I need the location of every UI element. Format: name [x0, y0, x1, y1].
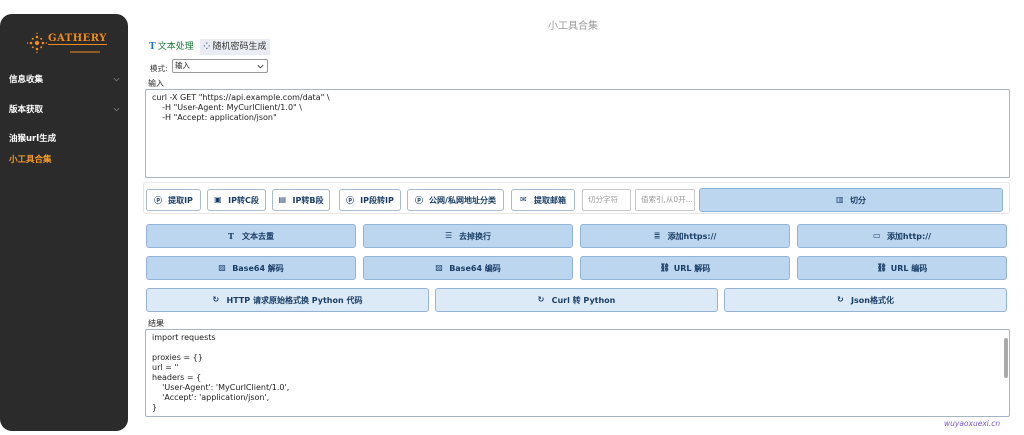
button-label: Curl 转 Python: [551, 295, 616, 305]
card-icon: ▭: [872, 230, 881, 240]
button-label: 添加http://: [886, 231, 932, 241]
add-https-button[interactable]: ≣ 添加https://: [580, 224, 790, 248]
extract-email-button[interactable]: ✉ 提取邮箱: [511, 189, 575, 211]
button-label: IP转C段: [228, 195, 259, 205]
split-char-input[interactable]: 切分字符: [582, 189, 631, 211]
list-icon: ≣: [653, 230, 661, 240]
sidebar-item-label: 油猴url生成: [9, 134, 57, 144]
chevron-down-icon: [113, 77, 120, 82]
button-label: URL 编码: [890, 263, 928, 273]
button-label: 公网/私网地址分类: [429, 195, 496, 205]
input-label: 输入: [148, 79, 164, 88]
url-encode-button[interactable]: ⛓ URL 编码: [797, 256, 1007, 280]
link-icon: ⛓: [659, 262, 670, 272]
input-textarea[interactable]: curl -X GET "https://api.example.com/dat…: [145, 89, 1010, 178]
ip-range-to-ip-button[interactable]: ⓟ IP段转IP: [339, 189, 401, 211]
remove-newlines-button[interactable]: ☰ 去掉换行: [363, 224, 573, 248]
split-button[interactable]: ▥ 切分: [699, 188, 1003, 212]
button-label: 文本去重: [242, 231, 274, 241]
grid-icon: ⁘: [203, 42, 211, 52]
chevron-down-icon: [257, 64, 264, 69]
refresh-icon: ↻: [537, 294, 545, 304]
chevron-down-icon: [113, 107, 120, 112]
ip-icon: ⓟ: [154, 195, 163, 205]
mode-label: 模式:: [150, 64, 168, 73]
dedupe-text-button[interactable]: T 文本去重: [146, 224, 356, 248]
tab-label: 文本处理: [157, 42, 194, 52]
sidebar: GATHERY 信息收集 版本获取 油猴url生成 小工具合集: [0, 14, 128, 431]
index-input[interactable]: 值索引,从0开...: [635, 189, 695, 211]
curl-to-python-button[interactable]: ↻ Curl 转 Python: [435, 288, 718, 312]
image-icon: ▨: [218, 262, 226, 272]
result-textarea[interactable]: import requests proxies = {} url = '' he…: [145, 329, 1010, 417]
ip-icon: ⓟ: [346, 195, 355, 205]
http-raw-to-python-button[interactable]: ↻ HTTP 请求原始格式换 Python 代码: [146, 288, 429, 312]
button-label: 添加https://: [667, 231, 717, 241]
mail-icon: ✉: [520, 194, 527, 204]
logo: GATHERY: [26, 30, 107, 60]
button-label: HTTP 请求原始格式换 Python 代码: [226, 295, 363, 305]
json-format-button[interactable]: ↻ Json格式化: [724, 288, 1007, 312]
sidebar-item-info-gathering[interactable]: 信息收集: [0, 71, 128, 89]
logo-text: GATHERY: [48, 33, 107, 45]
button-label: 提取邮箱: [534, 195, 566, 205]
public-private-classify-button[interactable]: ⓟ 公网/私网地址分类: [407, 189, 504, 211]
image-icon: ▨: [435, 262, 443, 272]
button-label: 去掉换行: [459, 231, 491, 241]
columns-icon: ▥: [836, 194, 844, 204]
extract-ip-button[interactable]: ⓟ 提取IP: [146, 189, 201, 211]
mode-select[interactable]: 输入: [172, 59, 268, 73]
button-label: 切分: [850, 195, 866, 205]
watermark: wuyaoxuexi.cn: [944, 419, 1001, 428]
page-title: 小工具合集: [548, 21, 598, 32]
lines-icon: ☰: [445, 230, 453, 240]
mode-select-value: 输入: [175, 61, 190, 70]
refresh-icon: ↻: [837, 294, 844, 304]
monitor-icon: ▣: [214, 194, 222, 204]
button-label: Base64 解码: [232, 263, 284, 273]
sidebar-item-userscript-url[interactable]: 油猴url生成: [0, 130, 128, 148]
button-label: IP转B段: [292, 195, 324, 205]
button-label: Json格式化: [851, 295, 894, 305]
sidebar-item-label: 版本获取: [9, 105, 44, 115]
button-label: IP段转IP: [360, 195, 394, 205]
link-icon: ⛓: [876, 262, 887, 272]
document-icon: ▤: [278, 194, 287, 204]
ip-to-c-segment-button[interactable]: ▣ IP转C段: [207, 189, 266, 211]
sidebar-item-label: 小工具合集: [9, 155, 52, 165]
base64-encode-button[interactable]: ▨ Base64 编码: [363, 256, 573, 280]
sidebar-item-tools[interactable]: 小工具合集: [0, 151, 128, 169]
base64-decode-button[interactable]: ▨ Base64 解码: [146, 256, 356, 280]
tab-random-password[interactable]: ⁘ 随机密码生成: [200, 39, 270, 55]
text-icon: T: [228, 230, 234, 241]
sidebar-item-version-fetch[interactable]: 版本获取: [0, 101, 128, 119]
tab-text-processing[interactable]: T 文本处理: [146, 39, 197, 55]
tab-label: 随机密码生成: [212, 42, 267, 52]
button-label: Base64 编码: [449, 263, 501, 273]
result-label: 结果: [148, 319, 164, 328]
sidebar-item-label: 信息收集: [9, 75, 44, 85]
ip-icon: ⓟ: [415, 195, 424, 205]
logo-underline: [70, 51, 100, 53]
result-scrollbar[interactable]: [1004, 338, 1008, 378]
text-icon: T: [149, 42, 156, 52]
button-label: 提取IP: [168, 195, 193, 205]
refresh-icon: ↻: [212, 294, 220, 304]
add-http-button[interactable]: ▭ 添加http://: [797, 224, 1007, 248]
ip-to-b-segment-button[interactable]: ▤ IP转B段: [272, 189, 330, 211]
logo-star-icon: [26, 32, 48, 54]
button-label: URL 解码: [673, 263, 711, 273]
url-decode-button[interactable]: ⛓ URL 解码: [580, 256, 790, 280]
